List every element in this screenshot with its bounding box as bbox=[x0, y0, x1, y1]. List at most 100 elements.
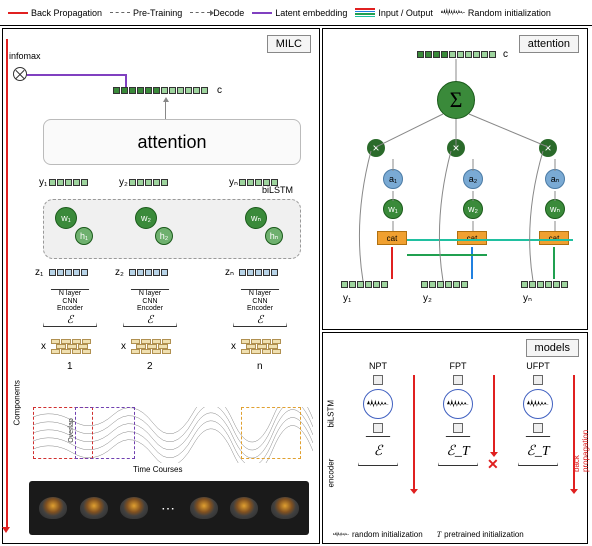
components-label: Components bbox=[13, 380, 22, 425]
waveform-icon bbox=[527, 397, 549, 411]
node-label: wₙ bbox=[251, 213, 261, 224]
model-ufpt: UFPT ℰ_T bbox=[499, 361, 577, 466]
legend-decode: Decode bbox=[190, 8, 244, 18]
x2-bricks bbox=[131, 339, 171, 354]
io-lines-icon bbox=[355, 8, 375, 17]
lstm-node bbox=[363, 389, 393, 419]
legend-label: Latent embedding bbox=[275, 8, 347, 18]
enc-line: Encoder bbox=[247, 305, 273, 313]
encoder-2: N layer CNN Encoder ℰ bbox=[123, 289, 177, 327]
y2-label: y₂ bbox=[423, 293, 432, 304]
dash-line-icon bbox=[110, 12, 130, 13]
waveform-icon bbox=[441, 7, 465, 19]
dash-arrow-icon bbox=[190, 12, 210, 13]
connector bbox=[165, 102, 166, 119]
y1-label: y₁ bbox=[343, 293, 351, 304]
t-symbol: T bbox=[437, 530, 441, 539]
c-tokens bbox=[417, 51, 496, 58]
legend-label: Decode bbox=[213, 8, 244, 18]
encoder-trap: ℰ_T bbox=[518, 436, 558, 466]
model-title: FPT bbox=[419, 361, 497, 371]
red-line-icon bbox=[8, 12, 28, 14]
enc-symbol: ℰ bbox=[257, 314, 264, 326]
in-box-icon bbox=[453, 423, 463, 433]
brain-icon bbox=[39, 497, 67, 519]
yn-label: yₙ bbox=[523, 293, 532, 304]
model-npt: NPT ℰ bbox=[339, 361, 417, 466]
window-n bbox=[241, 407, 301, 459]
arrow-down-icon bbox=[2, 527, 10, 533]
y1-tokens bbox=[49, 179, 88, 186]
legend-randinit: random initialization bbox=[333, 530, 423, 539]
milc-panel: MILC infomax c attention y₁ y₂ yₙ biLS bbox=[2, 28, 320, 544]
encoder-trap: ℰ bbox=[358, 436, 398, 466]
legend-io: Input / Output bbox=[355, 8, 433, 18]
brain-icon bbox=[190, 497, 218, 519]
model-title: NPT bbox=[339, 361, 417, 371]
attention-label: attention bbox=[137, 132, 206, 153]
overlap-label: Overlap bbox=[68, 418, 75, 443]
bilstm-label: biLSTM bbox=[262, 185, 293, 195]
in-box-icon bbox=[533, 423, 543, 433]
encoder-n: N layer CNN Encoder ℰ bbox=[233, 289, 287, 327]
latent-line-v bbox=[125, 74, 127, 88]
x1-label: x bbox=[41, 341, 46, 352]
enc-symbol: ℰ bbox=[67, 314, 74, 326]
waveform-icon bbox=[447, 397, 469, 411]
in-box-icon bbox=[373, 423, 383, 433]
legend-label: Input / Output bbox=[378, 8, 433, 18]
hn-node: hₙ bbox=[265, 227, 283, 245]
infomax-label: infomax bbox=[9, 51, 41, 61]
models-panel: models biLSTM encoder back propagation N… bbox=[322, 332, 588, 544]
h2-node: h₂ bbox=[155, 227, 173, 245]
idx2: 2 bbox=[147, 361, 153, 372]
legend-label: Pre-Training bbox=[133, 8, 182, 18]
h1-node: h₁ bbox=[75, 227, 93, 245]
out-box-icon bbox=[453, 375, 463, 385]
enc-line: N layer bbox=[59, 290, 81, 298]
panel-title: models bbox=[526, 339, 579, 357]
c-tokens bbox=[113, 87, 208, 94]
legend-pretrained: T pretrained initialization bbox=[437, 530, 524, 539]
encoder-side-label: encoder bbox=[327, 459, 336, 488]
z2-tokens bbox=[129, 269, 168, 276]
waveform-icon bbox=[333, 531, 349, 539]
c-label: c bbox=[217, 85, 222, 96]
legend-label: Random initialization bbox=[468, 8, 551, 18]
purple-line-icon bbox=[252, 12, 272, 14]
w2-node: w₂ bbox=[135, 207, 157, 229]
xn-bricks bbox=[241, 339, 281, 354]
z2-label: z₂ bbox=[115, 267, 124, 278]
node-label: h₁ bbox=[80, 231, 88, 241]
enc-line: Encoder bbox=[137, 305, 163, 313]
legend-pretrain: Pre-Training bbox=[110, 8, 182, 18]
lstm-node bbox=[443, 389, 473, 419]
brain-icon bbox=[271, 497, 299, 519]
node-label: h₂ bbox=[160, 231, 169, 241]
node-label: hₙ bbox=[270, 231, 279, 242]
main-container: MILC infomax c attention y₁ y₂ yₙ biLS bbox=[0, 26, 592, 546]
node-label: w₂ bbox=[141, 213, 151, 223]
latent-line bbox=[27, 74, 127, 76]
enc-line: N layer bbox=[139, 290, 161, 298]
zn-tokens bbox=[239, 269, 278, 276]
y1-label: y₁ bbox=[39, 177, 47, 188]
enc-line: N layer bbox=[249, 290, 271, 298]
enc-label: ℰ_T bbox=[446, 443, 469, 460]
brain-images: ⋯ bbox=[29, 481, 309, 535]
ellipsis-icon: ⋯ bbox=[161, 500, 177, 517]
idx1: 1 bbox=[67, 361, 73, 372]
w1-node: w₁ bbox=[55, 207, 77, 229]
enc-line: Encoder bbox=[57, 305, 83, 313]
brain-icon bbox=[230, 497, 258, 519]
arrow-up-icon bbox=[163, 97, 169, 102]
stop-x-icon: ✕ bbox=[487, 456, 499, 473]
legend-randinit: Random initialization bbox=[441, 7, 551, 19]
x1-bricks bbox=[51, 339, 91, 354]
brain-icon bbox=[80, 497, 108, 519]
legend-latent: Latent embedding bbox=[252, 8, 347, 18]
legend-label: random initialization bbox=[352, 530, 423, 539]
legend-backprop: Back Propagation bbox=[8, 8, 102, 18]
attention-module: attention bbox=[43, 119, 301, 165]
window-2 bbox=[75, 407, 135, 459]
